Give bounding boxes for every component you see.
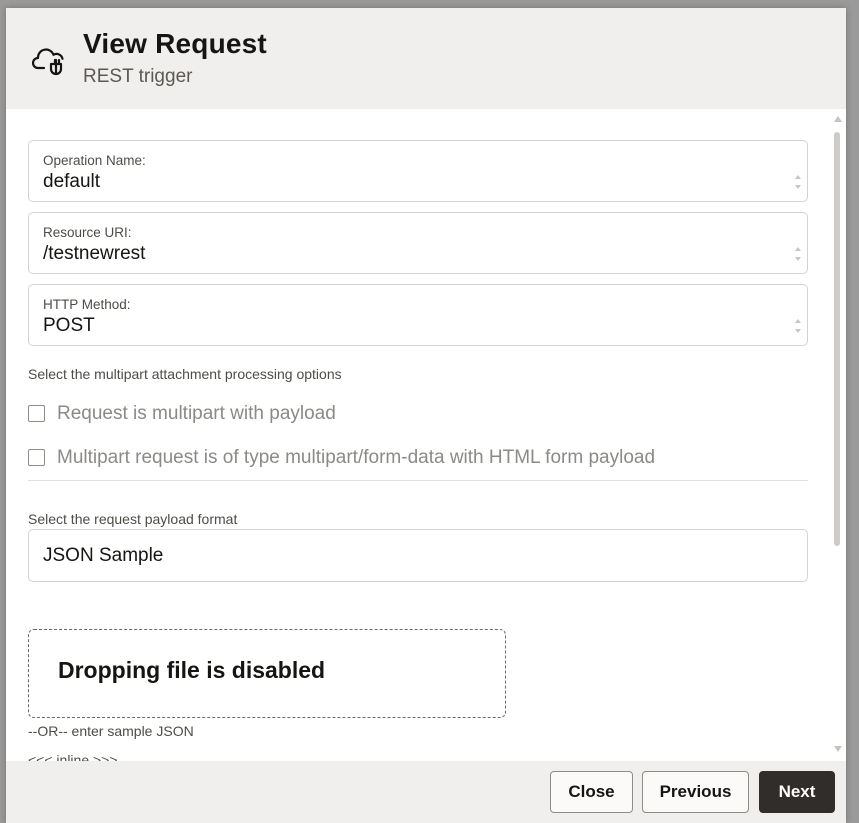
spinner-icon[interactable]	[793, 243, 803, 265]
http-method-label: HTTP Method:	[43, 297, 131, 312]
inline-label: <<< inline >>>	[28, 752, 118, 761]
or-enter-sample-label: --OR-- enter sample JSON	[28, 723, 194, 739]
section-divider	[28, 480, 808, 481]
operation-name-field[interactable]: Operation Name: default	[28, 140, 808, 202]
vertical-scrollbar[interactable]	[832, 112, 842, 758]
scroll-thumb[interactable]	[834, 132, 840, 546]
resource-uri-field[interactable]: Resource URI: /testnewrest	[28, 212, 808, 274]
dialog-header: View Request REST trigger	[6, 8, 846, 109]
close-button[interactable]: Close	[550, 771, 633, 813]
multipart-form-data-checkbox[interactable]	[28, 449, 45, 466]
file-dropzone[interactable]: Dropping file is disabled	[28, 629, 506, 718]
resource-uri-label: Resource URI:	[43, 225, 132, 240]
resource-uri-value: /testnewrest	[43, 243, 146, 264]
spinner-icon[interactable]	[793, 315, 803, 337]
operation-name-value: default	[43, 171, 101, 192]
http-method-value: POST	[43, 315, 95, 336]
dialog-title: View Request	[83, 28, 267, 59]
dialog-footer: Close Previous Next	[6, 761, 846, 823]
scroll-up-icon[interactable]	[834, 116, 842, 122]
view-request-dialog: View Request REST trigger Operation Name…	[6, 8, 846, 823]
multipart-section-label: Select the multipart attachment processi…	[28, 366, 342, 382]
payload-format-value: JSON Sample	[43, 545, 164, 566]
payload-format-select[interactable]: JSON Sample	[28, 529, 808, 582]
dialog-body: Operation Name: default Resource URI: /t…	[6, 109, 846, 761]
multipart-payload-label: Request is multipart with payload	[57, 403, 336, 424]
dropzone-text: Dropping file is disabled	[58, 657, 326, 683]
scroll-down-icon[interactable]	[834, 746, 842, 752]
next-button[interactable]: Next	[759, 771, 835, 813]
payload-format-label: Select the request payload format	[28, 511, 238, 527]
cloud-plug-icon	[32, 48, 64, 76]
dialog-subtitle: REST trigger	[83, 66, 193, 87]
http-method-field[interactable]: HTTP Method: POST	[28, 284, 808, 346]
previous-button[interactable]: Previous	[642, 771, 749, 813]
multipart-form-data-label: Multipart request is of type multipart/f…	[57, 447, 656, 468]
spinner-icon[interactable]	[793, 171, 803, 193]
multipart-payload-checkbox[interactable]	[28, 405, 45, 422]
operation-name-label: Operation Name:	[43, 153, 146, 168]
